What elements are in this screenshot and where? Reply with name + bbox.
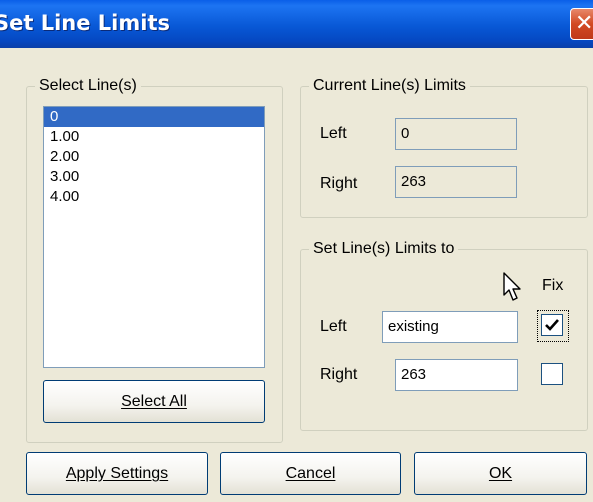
set-left-input[interactable]: existing: [382, 311, 518, 343]
checkmark-icon: [545, 319, 559, 331]
set-left-value: existing: [388, 318, 439, 335]
select-all-button[interactable]: Select All: [43, 380, 265, 423]
cancel-label: Cancel: [285, 465, 336, 482]
window-title: Set Line Limits: [0, 11, 170, 35]
set-limits-group-label: Set Line(s) Limits to: [309, 240, 459, 258]
set-right-label: Right: [320, 366, 358, 383]
list-item-0[interactable]: 0: [44, 107, 264, 127]
fix-column-label: Fix: [542, 277, 564, 294]
set-left-label: Left: [320, 318, 347, 335]
left-fix-checkbox[interactable]: [541, 314, 563, 336]
current-right-label: Right: [320, 175, 358, 192]
set-right-value: 263: [401, 366, 427, 383]
current-limits-group-label: Current Line(s) Limits: [309, 77, 470, 95]
current-right-field: 263: [395, 166, 517, 198]
select-lines-group-label: Select Line(s): [35, 77, 141, 95]
list-item-4[interactable]: 4.00: [44, 187, 264, 207]
cancel-button[interactable]: Cancel: [220, 452, 401, 495]
apply-settings-label: Apply Settings: [65, 465, 169, 482]
current-left-value: 0: [401, 125, 410, 142]
mouse-cursor-icon: [503, 272, 521, 301]
current-left-field: 0: [395, 118, 517, 150]
title-bar[interactable]: Set Line Limits ✕: [0, 0, 593, 48]
set-right-input[interactable]: 263: [395, 359, 518, 391]
ok-button[interactable]: OK: [414, 452, 587, 495]
ok-label: OK: [488, 465, 513, 482]
close-button[interactable]: ✕: [570, 8, 593, 40]
apply-settings-button[interactable]: Apply Settings: [26, 452, 208, 495]
line-listbox[interactable]: 0 1.00 2.00 3.00 4.00: [43, 106, 265, 368]
current-limits-group: Current Line(s) Limits: [300, 77, 588, 218]
select-all-label: Select All: [121, 393, 187, 410]
list-item-3[interactable]: 3.00: [44, 167, 264, 187]
list-item-1[interactable]: 1.00: [44, 127, 264, 147]
list-item-2[interactable]: 2.00: [44, 147, 264, 167]
close-icon: ✕: [575, 11, 593, 36]
current-left-label: Left: [320, 125, 347, 142]
right-fix-checkbox[interactable]: [541, 363, 563, 385]
current-right-value: 263: [401, 173, 427, 190]
